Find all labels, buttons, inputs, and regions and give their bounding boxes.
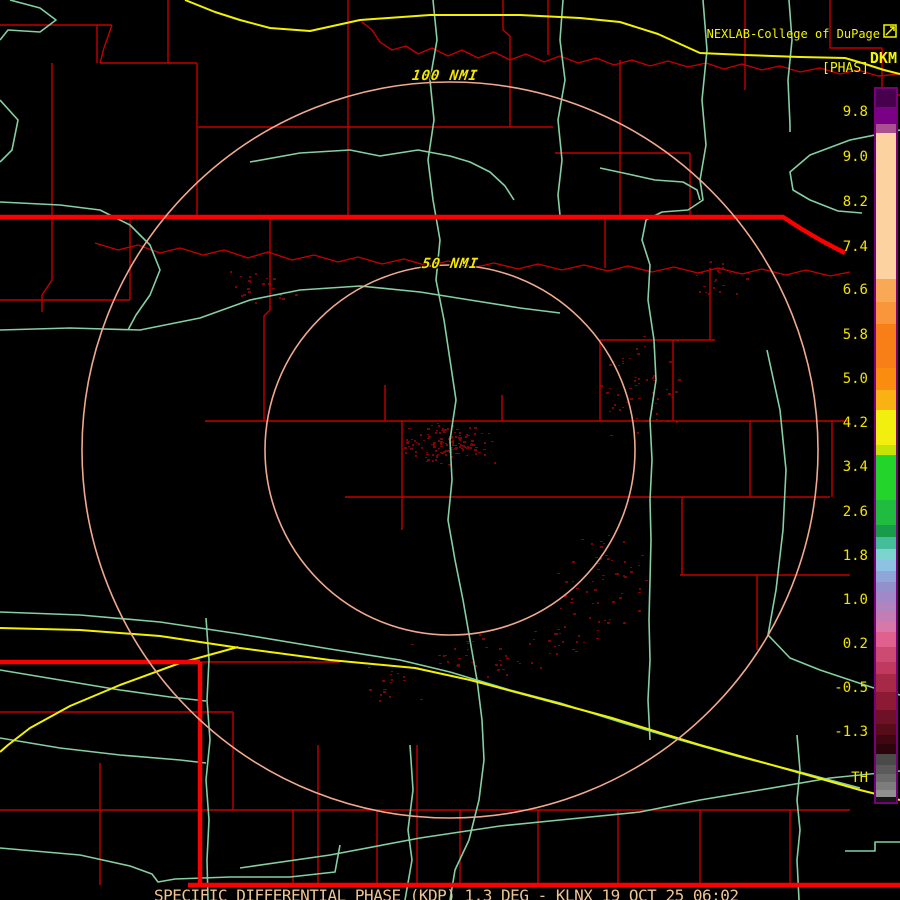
colorbar-tick-label: 5.8 bbox=[842, 327, 868, 343]
colorbar-band bbox=[876, 754, 896, 765]
colorbar-band bbox=[876, 592, 896, 602]
colorbar-band bbox=[876, 445, 896, 455]
colorbar-tick-label: 4.2 bbox=[842, 415, 868, 431]
colorbar-band bbox=[876, 622, 896, 632]
radar-screen: 9.8 9.0 8.2 7.4 6.6 5.8 5.0 4.2 3.4 2.6 1.8 1.0 0.2 -… bbox=[0, 0, 900, 900]
colorbar-band bbox=[876, 765, 896, 774]
colorbar-tick-label: 2.6 bbox=[842, 504, 868, 520]
colorbar-tick-label: 9.8 bbox=[842, 104, 868, 120]
colorbar-band bbox=[876, 797, 896, 802]
colorbar-band bbox=[876, 782, 896, 790]
colorbar-band bbox=[876, 582, 896, 592]
colorbar-tick-label: -1.3 bbox=[834, 724, 868, 740]
colorbar-band bbox=[876, 279, 896, 302]
colorbar-band bbox=[876, 368, 896, 390]
status-bar: SPECIFIC DIFFERENTIAL PHASE (KDP) 1.3 DE… bbox=[154, 886, 739, 900]
range-ring-label-50nmi: 50 NMI bbox=[420, 256, 480, 272]
colorbar-tick-label: 1.8 bbox=[842, 548, 868, 564]
colorbar-unit-label: DKM bbox=[869, 49, 897, 67]
colorbar-tick-label: 3.4 bbox=[842, 459, 868, 475]
colorbar-band bbox=[876, 724, 896, 735]
colorbar-band bbox=[876, 602, 896, 612]
colorbar-band bbox=[876, 525, 896, 537]
colorbar-band bbox=[876, 612, 896, 622]
colorbar-band bbox=[876, 735, 896, 744]
colorbar-threshold-label: TH bbox=[851, 770, 868, 786]
colorbar-tick-label: 5.0 bbox=[842, 371, 868, 387]
colorbar-band bbox=[876, 133, 896, 279]
colorbar-band bbox=[876, 455, 896, 500]
colorbar-band bbox=[876, 662, 896, 674]
colorbar-band bbox=[876, 89, 896, 107]
colorbar-band bbox=[876, 632, 896, 647]
colorbar-band bbox=[876, 537, 896, 549]
range-ring-label-100nmi: 100 NMI bbox=[410, 68, 480, 84]
colorbar-band bbox=[876, 549, 896, 560]
colorbar-tick-label: 9.0 bbox=[842, 149, 868, 165]
colorbar-band bbox=[876, 692, 896, 710]
colorbar-phase-label: [PHAS] bbox=[822, 61, 869, 76]
colorbar-band bbox=[876, 302, 896, 324]
colorbar-band bbox=[876, 674, 896, 692]
colorbar-tick-label: 6.6 bbox=[842, 282, 868, 298]
colorbar-band bbox=[876, 774, 896, 782]
colorbar-band bbox=[876, 107, 896, 124]
colorbar-band bbox=[876, 571, 896, 582]
colorbar-band bbox=[876, 410, 896, 445]
colorbar-band bbox=[876, 390, 896, 410]
colorbar-band bbox=[876, 324, 896, 368]
colorbar-tick-label: -0.5 bbox=[834, 680, 868, 696]
colorbar-band bbox=[876, 124, 896, 133]
colorbar-band bbox=[876, 744, 896, 754]
colorbar-band bbox=[876, 500, 896, 525]
colorbar bbox=[874, 87, 898, 804]
radar-map-canvas bbox=[0, 0, 900, 900]
colorbar-band bbox=[876, 647, 896, 662]
resize-arrow-icon bbox=[883, 24, 897, 38]
colorbar-tick-label: 8.2 bbox=[842, 194, 868, 210]
colorbar-tick-label: 7.4 bbox=[842, 239, 868, 255]
colorbar-band bbox=[876, 710, 896, 724]
colorbar-band bbox=[876, 790, 896, 797]
header-title: NEXLAB-College of DuPage bbox=[706, 27, 880, 41]
colorbar-tick-label: 0.2 bbox=[842, 636, 868, 652]
colorbar-tick-label: 1.0 bbox=[842, 592, 868, 608]
colorbar-band bbox=[876, 560, 896, 571]
